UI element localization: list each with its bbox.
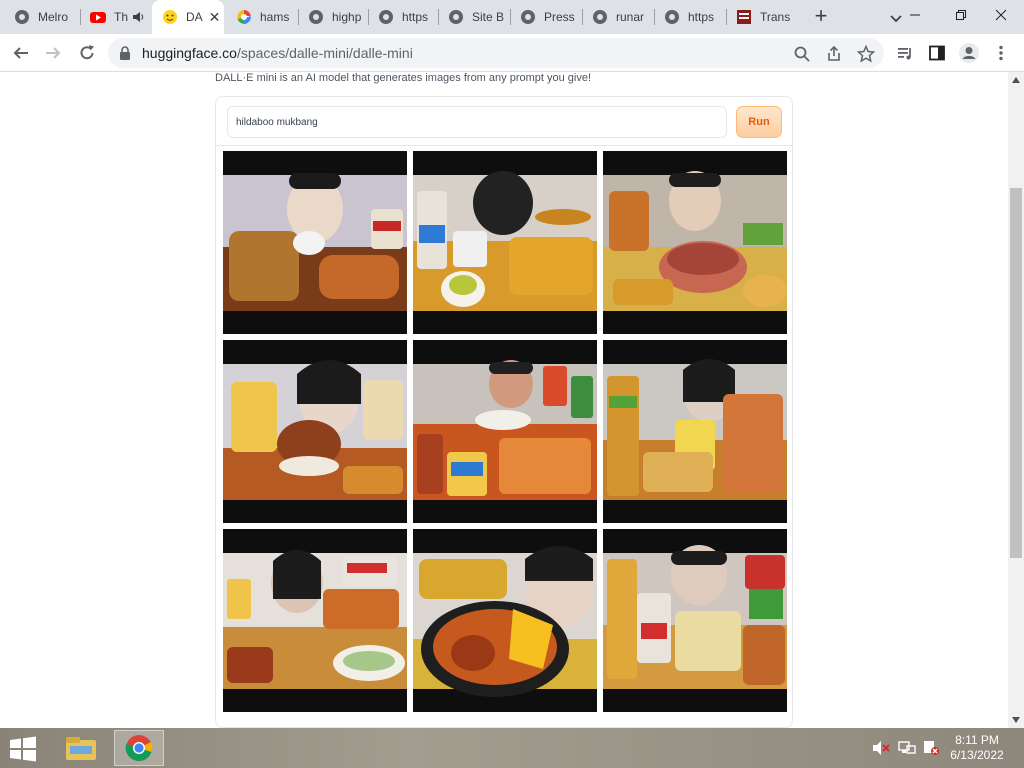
minimize-button[interactable] bbox=[892, 0, 938, 30]
tab-google[interactable]: hams bbox=[226, 2, 298, 32]
share-icon[interactable] bbox=[824, 44, 844, 64]
vertical-scrollbar[interactable] bbox=[1008, 72, 1024, 728]
clock-date: 6/13/2022 bbox=[950, 748, 1004, 762]
tab-label: https bbox=[402, 10, 429, 24]
page-content: DALL·E mini is an AI model that generate… bbox=[0, 72, 1008, 728]
new-tab-button[interactable]: + bbox=[808, 4, 834, 30]
generated-image-1[interactable] bbox=[223, 151, 407, 334]
scroll-down-arrow-icon[interactable] bbox=[1008, 712, 1024, 728]
tab-label: DA bbox=[186, 10, 203, 24]
tab-highp[interactable]: highp bbox=[298, 2, 368, 32]
media-control-icon[interactable] bbox=[892, 40, 918, 66]
tab-https-1[interactable]: https bbox=[368, 2, 438, 32]
prompt-input[interactable] bbox=[227, 106, 727, 138]
run-button[interactable]: Run bbox=[736, 106, 782, 138]
intro-text: DALL·E mini is an AI model that generate… bbox=[215, 72, 592, 84]
tab-melro[interactable]: Melro bbox=[4, 2, 80, 32]
browser-toolbar: huggingface.co/spaces/dalle-mini/dalle-m… bbox=[0, 34, 1024, 72]
tab-youtube[interactable]: Th bbox=[80, 2, 152, 32]
tab-press[interactable]: Press bbox=[510, 2, 582, 32]
tab-runar[interactable]: runar bbox=[582, 2, 654, 32]
windows-taskbar: 8:11 PM 6/13/2022 bbox=[0, 728, 1024, 768]
tab-label: Trans bbox=[760, 10, 791, 24]
globe-icon bbox=[14, 9, 30, 25]
tab-label: Th bbox=[114, 10, 129, 24]
youtube-icon bbox=[90, 9, 106, 25]
tab-label: highp bbox=[332, 10, 362, 24]
generated-image-8[interactable] bbox=[413, 529, 597, 712]
generated-image-4[interactable] bbox=[223, 340, 407, 523]
volume-muted-icon[interactable] bbox=[872, 740, 890, 756]
tab-label: Site B bbox=[472, 10, 505, 24]
hugging-face-icon bbox=[162, 9, 178, 25]
close-tab-icon[interactable]: ✕ bbox=[209, 9, 221, 26]
globe-icon bbox=[592, 9, 608, 25]
reload-button[interactable] bbox=[74, 40, 100, 66]
globe-icon bbox=[448, 9, 464, 25]
speaker-icon[interactable] bbox=[132, 11, 144, 23]
zoom-icon[interactable] bbox=[792, 44, 812, 64]
url-path: /spaces/dalle-mini/dalle-mini bbox=[236, 45, 413, 61]
generated-image-6[interactable] bbox=[603, 340, 787, 523]
generated-image-3[interactable] bbox=[603, 151, 787, 334]
tab-https-2[interactable]: https bbox=[654, 2, 726, 32]
clock-time: 8:11 PM bbox=[955, 733, 999, 747]
tab-label: hams bbox=[260, 10, 290, 24]
tab-strip: Melro Th DA ✕ hams highp https Site B Pr… bbox=[0, 0, 1024, 34]
globe-icon bbox=[308, 9, 324, 25]
taskbar-clock[interactable]: 8:11 PM 6/13/2022 bbox=[938, 733, 1016, 763]
chrome-taskbar-icon[interactable] bbox=[114, 730, 164, 766]
panel-divider bbox=[216, 145, 792, 146]
globe-icon bbox=[664, 9, 680, 25]
tab-label: runar bbox=[616, 10, 645, 24]
tab-dalle-mini[interactable]: DA ✕ bbox=[152, 0, 224, 34]
menu-kebab-icon[interactable] bbox=[988, 40, 1014, 66]
address-bar[interactable]: huggingface.co/spaces/dalle-mini/dalle-m… bbox=[108, 38, 884, 68]
url-text[interactable]: huggingface.co/spaces/dalle-mini/dalle-m… bbox=[142, 45, 413, 61]
tab-trans[interactable]: Trans bbox=[726, 2, 798, 32]
url-host: huggingface.co bbox=[142, 45, 237, 61]
windows-start-icon[interactable] bbox=[8, 736, 38, 762]
scroll-up-arrow-icon[interactable] bbox=[1008, 72, 1024, 88]
tab-label: Press bbox=[544, 10, 575, 24]
generated-image-9[interactable] bbox=[603, 529, 787, 712]
globe-icon bbox=[520, 9, 536, 25]
scrollbar-thumb[interactable] bbox=[1010, 188, 1022, 558]
generated-image-5[interactable] bbox=[413, 340, 597, 523]
generated-image-2[interactable] bbox=[413, 151, 597, 334]
close-window-button[interactable] bbox=[978, 0, 1024, 30]
tab-site-b[interactable]: Site B bbox=[438, 2, 510, 32]
bookmark-star-icon[interactable] bbox=[856, 44, 876, 64]
globe-icon bbox=[378, 9, 394, 25]
forward-button[interactable] bbox=[40, 40, 66, 66]
lock-icon[interactable] bbox=[118, 45, 132, 61]
tab-label: https bbox=[688, 10, 715, 24]
generated-image-7[interactable] bbox=[223, 529, 407, 712]
network-icon[interactable] bbox=[898, 740, 916, 756]
generator-panel: Run bbox=[215, 96, 793, 728]
back-button[interactable] bbox=[8, 40, 34, 66]
profile-avatar-icon[interactable] bbox=[956, 40, 982, 66]
google-icon bbox=[236, 9, 252, 25]
tab-label: Melro bbox=[38, 10, 69, 24]
side-panel-icon[interactable] bbox=[924, 40, 950, 66]
document-icon bbox=[736, 9, 752, 25]
file-explorer-icon[interactable] bbox=[56, 730, 106, 766]
